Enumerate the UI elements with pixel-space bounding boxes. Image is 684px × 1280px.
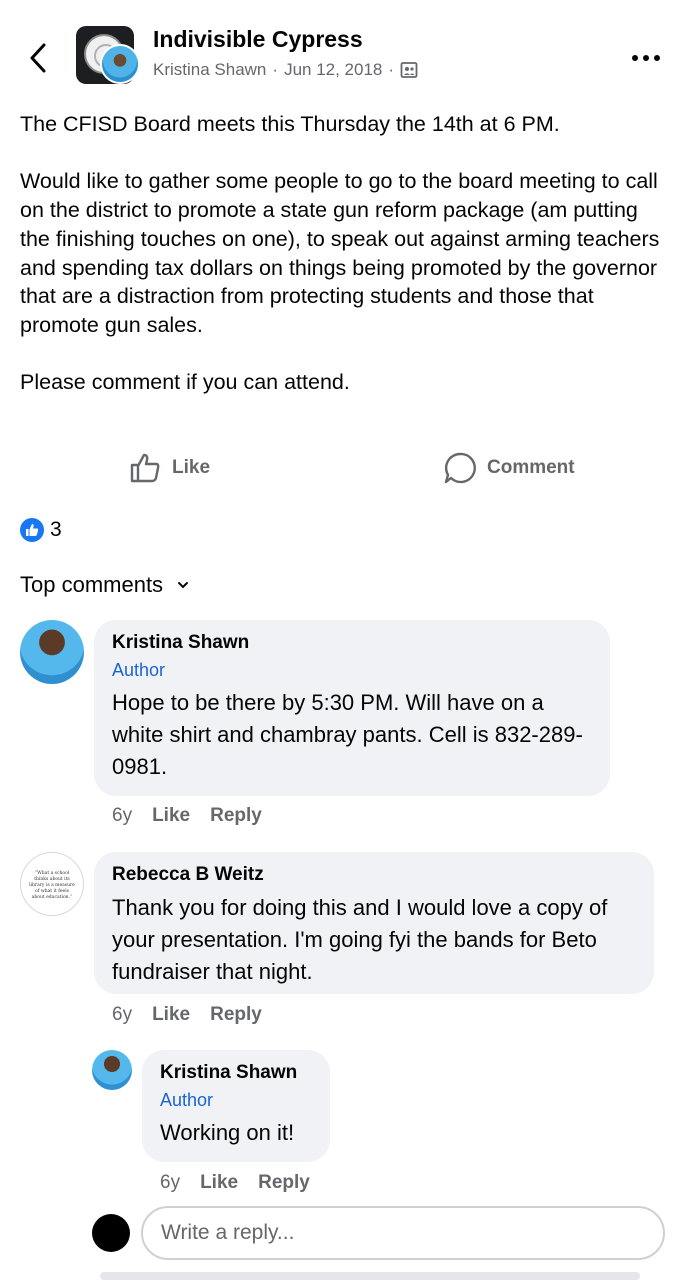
comment-like-button[interactable]: Like [200, 1172, 238, 1194]
comment-sort-dropdown[interactable]: Top comments [20, 572, 189, 598]
post-paragraph: Would like to gather some people to go t… [20, 169, 660, 337]
comment-label: Comment [487, 457, 575, 478]
reaction-summary[interactable]: 3 [20, 518, 62, 542]
commenter-avatar[interactable] [20, 620, 84, 684]
comment-meta: 6y Like Reply [112, 1004, 262, 1026]
comment-sort-label: Top comments [20, 572, 164, 597]
commenter-avatar[interactable]: “What a school thinks about its library … [20, 852, 84, 916]
comment-time: 6y [160, 1172, 181, 1193]
comment-time: 6y [112, 805, 133, 826]
chevron-down-icon [178, 582, 189, 589]
comment-bubble-icon [444, 452, 476, 484]
author-badge: Author [160, 1090, 214, 1110]
author-avatar[interactable] [100, 44, 140, 84]
commenter-avatar[interactable] [92, 1050, 132, 1090]
comment-button[interactable]: Comment [443, 448, 575, 488]
meta-separator: · [272, 60, 279, 79]
reply-input[interactable] [141, 1206, 665, 1260]
commenter-name[interactable]: Rebecca B Weitz [112, 864, 636, 886]
author-badge: Author [112, 660, 166, 680]
more-options-button[interactable] [626, 46, 666, 70]
comment-reply-button[interactable]: Reply [210, 1004, 262, 1026]
post-date[interactable]: Jun 12, 2018 [284, 60, 382, 80]
author-name[interactable]: Kristina Shawn [153, 60, 266, 80]
meta-separator: · [388, 60, 395, 79]
comment-meta: 6y Like Reply [160, 1172, 310, 1194]
reply-bubble: Kristina Shawn Author Working on it! [142, 1050, 330, 1162]
post-meta: Kristina Shawn · Jun 12, 2018 · [153, 60, 418, 80]
thumbs-up-icon [130, 453, 160, 483]
post-text: The CFISD Board meets this Thursday the … [20, 110, 670, 426]
comment-text: Hope to be there by 5:30 PM. Will have o… [112, 690, 583, 779]
commenter-name[interactable]: Kristina Shawn [160, 1062, 312, 1084]
post-actions: Like Comment [0, 448, 684, 488]
comment-like-button[interactable]: Like [152, 805, 190, 827]
comment-bubble: Kristina Shawn Author Hope to be there b… [94, 620, 610, 796]
post-paragraph: The CFISD Board meets this Thursday the … [20, 112, 560, 136]
comment-reply-button[interactable]: Reply [210, 805, 262, 827]
comment-reply-button[interactable]: Reply [258, 1172, 310, 1194]
comment-bubble: Rebecca B Weitz Thank you for doing this… [94, 852, 654, 994]
like-reaction-icon [20, 518, 44, 542]
like-button[interactable]: Like [128, 448, 210, 488]
current-user-avatar [92, 1214, 130, 1252]
group-name[interactable]: Indivisible Cypress [153, 26, 363, 53]
bottom-sheet-edge [100, 1272, 640, 1280]
reaction-count: 3 [50, 518, 62, 541]
commenter-name[interactable]: Kristina Shawn [112, 632, 592, 654]
group-audience-icon [400, 62, 418, 78]
post-header: Indivisible Cypress Kristina Shawn · Jun… [0, 0, 684, 100]
like-label: Like [172, 457, 211, 478]
back-button[interactable] [22, 38, 54, 78]
comment-meta: 6y Like Reply [112, 805, 262, 827]
more-icon [632, 55, 638, 61]
comment-like-button[interactable]: Like [152, 1004, 190, 1026]
post-paragraph: Please comment if you can attend. [20, 370, 350, 395]
comment-text: Thank you for doing this and I would lov… [112, 895, 608, 984]
comment-time: 6y [112, 1004, 133, 1025]
chevron-left-icon [30, 43, 46, 73]
quote-avatar-image: “What a school thinks about its library … [29, 871, 75, 900]
comment-text: Working on it! [160, 1120, 295, 1145]
